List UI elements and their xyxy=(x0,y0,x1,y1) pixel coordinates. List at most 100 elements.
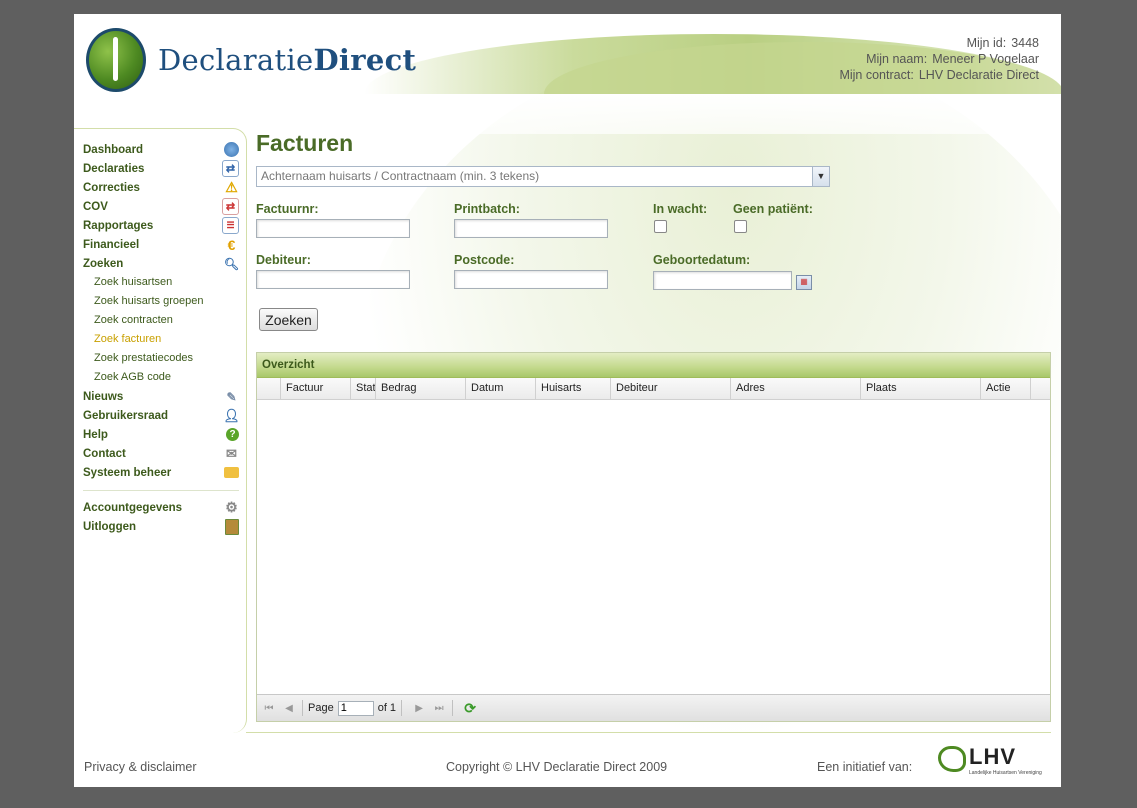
mail-icon: ✉ xyxy=(226,445,237,461)
column-header-datum[interactable]: Datum xyxy=(466,378,536,399)
sidebar-item-help[interactable]: Help? xyxy=(83,425,239,444)
chevron-down-icon[interactable]: ▼ xyxy=(812,167,829,186)
dashboard-icon xyxy=(224,142,239,157)
euro-icon: € xyxy=(227,236,236,253)
gear-icon: ⚙ xyxy=(225,499,238,515)
in-wacht-label: In wacht: xyxy=(653,202,708,216)
column-header-plaats[interactable]: Plaats xyxy=(861,378,981,399)
first-page-icon[interactable]: ⏮ xyxy=(261,700,277,716)
column-header-factuur[interactable]: Factuur xyxy=(281,378,351,399)
page: DeclaratieDirect Mijn id: 3448 Mijn naam:… xyxy=(74,14,1061,787)
postcode-input[interactable] xyxy=(454,270,608,289)
column-header-adres[interactable]: Adres xyxy=(731,378,861,399)
overzicht-grid: Overzicht Factuur Stat Bedrag Datum Huis… xyxy=(256,352,1051,722)
sidebar-item-zoeken[interactable]: Zoeken 🔍︎ xyxy=(83,254,239,273)
sidebar-item-gebruikersraad[interactable]: Gebruikersraad 👤︎ xyxy=(83,406,240,425)
calendar-icon[interactable]: ▦ xyxy=(796,275,812,290)
logo-caduceus-icon xyxy=(86,28,146,92)
sidebar-sub-zoek-huisartsen[interactable]: Zoek huisartsen xyxy=(83,273,239,292)
combobox-placeholder: Achternaam huisarts / Contractnaam (min.… xyxy=(261,169,540,183)
news-icon: ✎ xyxy=(226,389,237,404)
geen-patient-checkbox[interactable] xyxy=(734,220,747,233)
user-contract-label: Mijn contract: xyxy=(839,68,914,82)
sidebar-item-financieel[interactable]: Financieel € xyxy=(83,235,239,254)
logo-text: DeclaratieDirect xyxy=(158,43,417,77)
pagination-toolbar: ⏮ ◀ Page of 1 ▶ ⏭ ⟳ xyxy=(257,694,1050,721)
sidebar-item-systeem-beheer[interactable]: Systeem beheer xyxy=(83,463,239,482)
prev-page-icon[interactable]: ◀ xyxy=(281,700,297,716)
lhv-name: LHV xyxy=(969,744,1016,769)
in-wacht-checkbox[interactable] xyxy=(654,220,667,233)
initiative-label: Een initiatief van: xyxy=(817,760,913,774)
sidebar-item-rapportages[interactable]: Rapportages ☰ xyxy=(83,216,239,235)
sidebar-item-correcties[interactable]: Correcties ⚠ xyxy=(83,178,239,197)
factuurnr-input[interactable] xyxy=(256,219,410,238)
lhv-subtitle: Landelijke Huisartsen Vereniging xyxy=(969,770,1042,776)
sidebar-sub-zoek-agb-code[interactable]: Zoek AGB code xyxy=(83,368,239,387)
sidebar-item-declaraties[interactable]: Declaraties ⇄ xyxy=(83,159,239,178)
user-name-value: Meneer P Vogelaar xyxy=(932,52,1039,66)
user-contract-value: LHV Declaratie Direct xyxy=(918,68,1039,82)
user-icon: 👤︎ xyxy=(223,407,240,423)
sidebar: Dashboard Declaraties ⇄ Correcties ⚠ COV ⇄ … xyxy=(83,140,240,536)
sidebar-item-uitloggen[interactable]: Uitloggen xyxy=(83,517,239,536)
sidebar-item-dashboard[interactable]: Dashboard xyxy=(83,140,239,159)
refresh-icon[interactable]: ⟳ xyxy=(462,700,478,716)
grid-title: Overzicht xyxy=(257,353,1050,378)
warning-icon: ⚠ xyxy=(225,179,238,195)
geboortedatum-input[interactable] xyxy=(653,271,792,290)
sidebar-sub-zoek-huisarts-groepen[interactable]: Zoek huisarts groepen xyxy=(83,292,239,311)
sidebar-item-cov[interactable]: COV ⇄ xyxy=(83,197,239,216)
debiteur-label: Debiteur: xyxy=(256,253,311,267)
user-id-value: 3448 xyxy=(1011,36,1039,50)
printbatch-input[interactable] xyxy=(454,219,608,238)
page-label: Page xyxy=(308,702,334,714)
swap-icon: ⇄ xyxy=(222,160,239,177)
logout-door-icon xyxy=(225,518,239,535)
search-icon: 🔍︎ xyxy=(223,256,240,271)
column-header-select[interactable] xyxy=(257,378,281,399)
help-icon: ? xyxy=(226,428,239,441)
sidebar-item-contact[interactable]: Contact ✉ xyxy=(83,444,239,463)
geboortedatum-label: Geboortedatum: xyxy=(653,253,751,267)
toolbar-separator xyxy=(302,700,303,716)
sidebar-divider xyxy=(83,490,239,491)
zoeken-button[interactable]: Zoeken xyxy=(259,308,318,331)
report-icon: ☰ xyxy=(222,217,239,234)
user-name-label: Mijn naam: xyxy=(866,52,928,66)
column-header-stat[interactable]: Stat xyxy=(351,378,376,399)
lhv-logo[interactable]: LHV Landelijke Huisartsen Vereniging xyxy=(938,746,1042,776)
printbatch-label: Printbatch: xyxy=(454,202,520,216)
user-info: Mijn id: 3448 Mijn naam: Meneer P Vogelaar… xyxy=(839,35,1039,83)
logo[interactable]: DeclaratieDirect xyxy=(86,28,416,92)
page-total-label: of 1 xyxy=(377,702,397,714)
factuurnr-label: Factuurnr: xyxy=(256,202,319,216)
next-page-icon[interactable]: ▶ xyxy=(411,700,427,716)
postcode-label: Postcode: xyxy=(454,253,515,267)
grid-header: Factuur Stat Bedrag Datum Huisarts Debit… xyxy=(257,378,1050,400)
column-header-spacer xyxy=(1031,378,1049,399)
debiteur-input[interactable] xyxy=(256,270,410,289)
swap-red-icon: ⇄ xyxy=(222,198,239,215)
lhv-mark-icon xyxy=(938,746,966,772)
column-header-bedrag[interactable]: Bedrag xyxy=(376,378,466,399)
sidebar-item-accountgegevens[interactable]: Accountgegevens ⚙ xyxy=(83,498,239,517)
sidebar-sub-zoek-prestatiecodes[interactable]: Zoek prestatiecodes xyxy=(83,349,239,368)
column-header-actie[interactable]: Actie xyxy=(981,378,1031,399)
sidebar-sub-zoek-facturen[interactable]: Zoek facturen xyxy=(83,330,239,349)
privacy-link[interactable]: Privacy & disclaimer xyxy=(84,760,197,774)
column-header-huisarts[interactable]: Huisarts xyxy=(536,378,611,399)
column-header-debiteur[interactable]: Debiteur xyxy=(611,378,731,399)
folder-icon xyxy=(224,467,239,478)
toolbar-separator xyxy=(401,700,403,716)
last-page-icon[interactable]: ⏭ xyxy=(431,700,447,716)
copyright-text: Copyright © LHV Declaratie Direct 2009 xyxy=(446,760,668,774)
user-id-label: Mijn id: xyxy=(966,36,1007,50)
sidebar-sub-zoek-contracten[interactable]: Zoek contracten xyxy=(83,311,239,330)
footer: Privacy & disclaimer Copyright © LHV Dec… xyxy=(74,746,1061,787)
page-title: Facturen xyxy=(256,130,354,156)
page-number-input[interactable] xyxy=(337,700,374,716)
sidebar-item-nieuws[interactable]: Nieuws ✎ xyxy=(83,387,239,406)
toolbar-separator xyxy=(452,700,454,716)
huisarts-contract-combobox[interactable]: Achternaam huisarts / Contractnaam (min.… xyxy=(256,166,830,187)
